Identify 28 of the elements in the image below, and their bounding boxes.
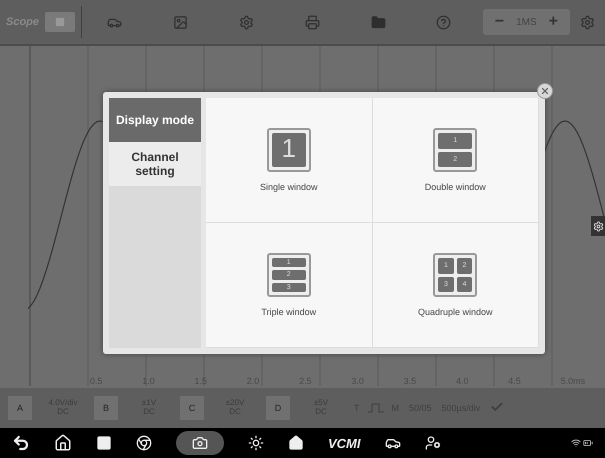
brightness-icon[interactable] <box>248 435 264 451</box>
menu-tab[interactable]: Display mode <box>109 98 201 142</box>
option-label: Triple window <box>261 307 316 317</box>
option-label: Single window <box>260 182 318 192</box>
option-label: Double window <box>424 182 486 192</box>
house-icon[interactable] <box>288 435 304 451</box>
wifi-icon <box>571 438 581 448</box>
user-settings-icon[interactable] <box>424 435 440 451</box>
camera-icon[interactable] <box>176 431 224 455</box>
menu-tab[interactable]: Channel setting <box>109 142 201 186</box>
vci-button[interactable]: VCMI <box>328 436 360 450</box>
back-icon[interactable] <box>12 434 30 452</box>
recent-apps-icon[interactable] <box>96 435 112 451</box>
display-mode-option[interactable]: 1 Single window <box>206 98 372 223</box>
decrease-button[interactable]: − <box>490 13 508 31</box>
channel-button[interactable]: D <box>266 396 290 420</box>
square-icon <box>55 17 66 27</box>
browser-icon[interactable] <box>136 435 152 451</box>
channel-button[interactable]: A <box>8 396 32 420</box>
close-icon[interactable] <box>537 83 553 99</box>
home-icon[interactable] <box>54 434 72 452</box>
pane-number: 1 <box>272 133 306 167</box>
option-label: Quadruple window <box>418 307 493 317</box>
battery-icon <box>583 438 593 448</box>
settings-icon[interactable] <box>591 216 605 236</box>
increase-button[interactable]: + <box>544 13 562 31</box>
channel-button[interactable]: C <box>180 396 204 420</box>
channel-button[interactable]: B <box>94 396 118 420</box>
